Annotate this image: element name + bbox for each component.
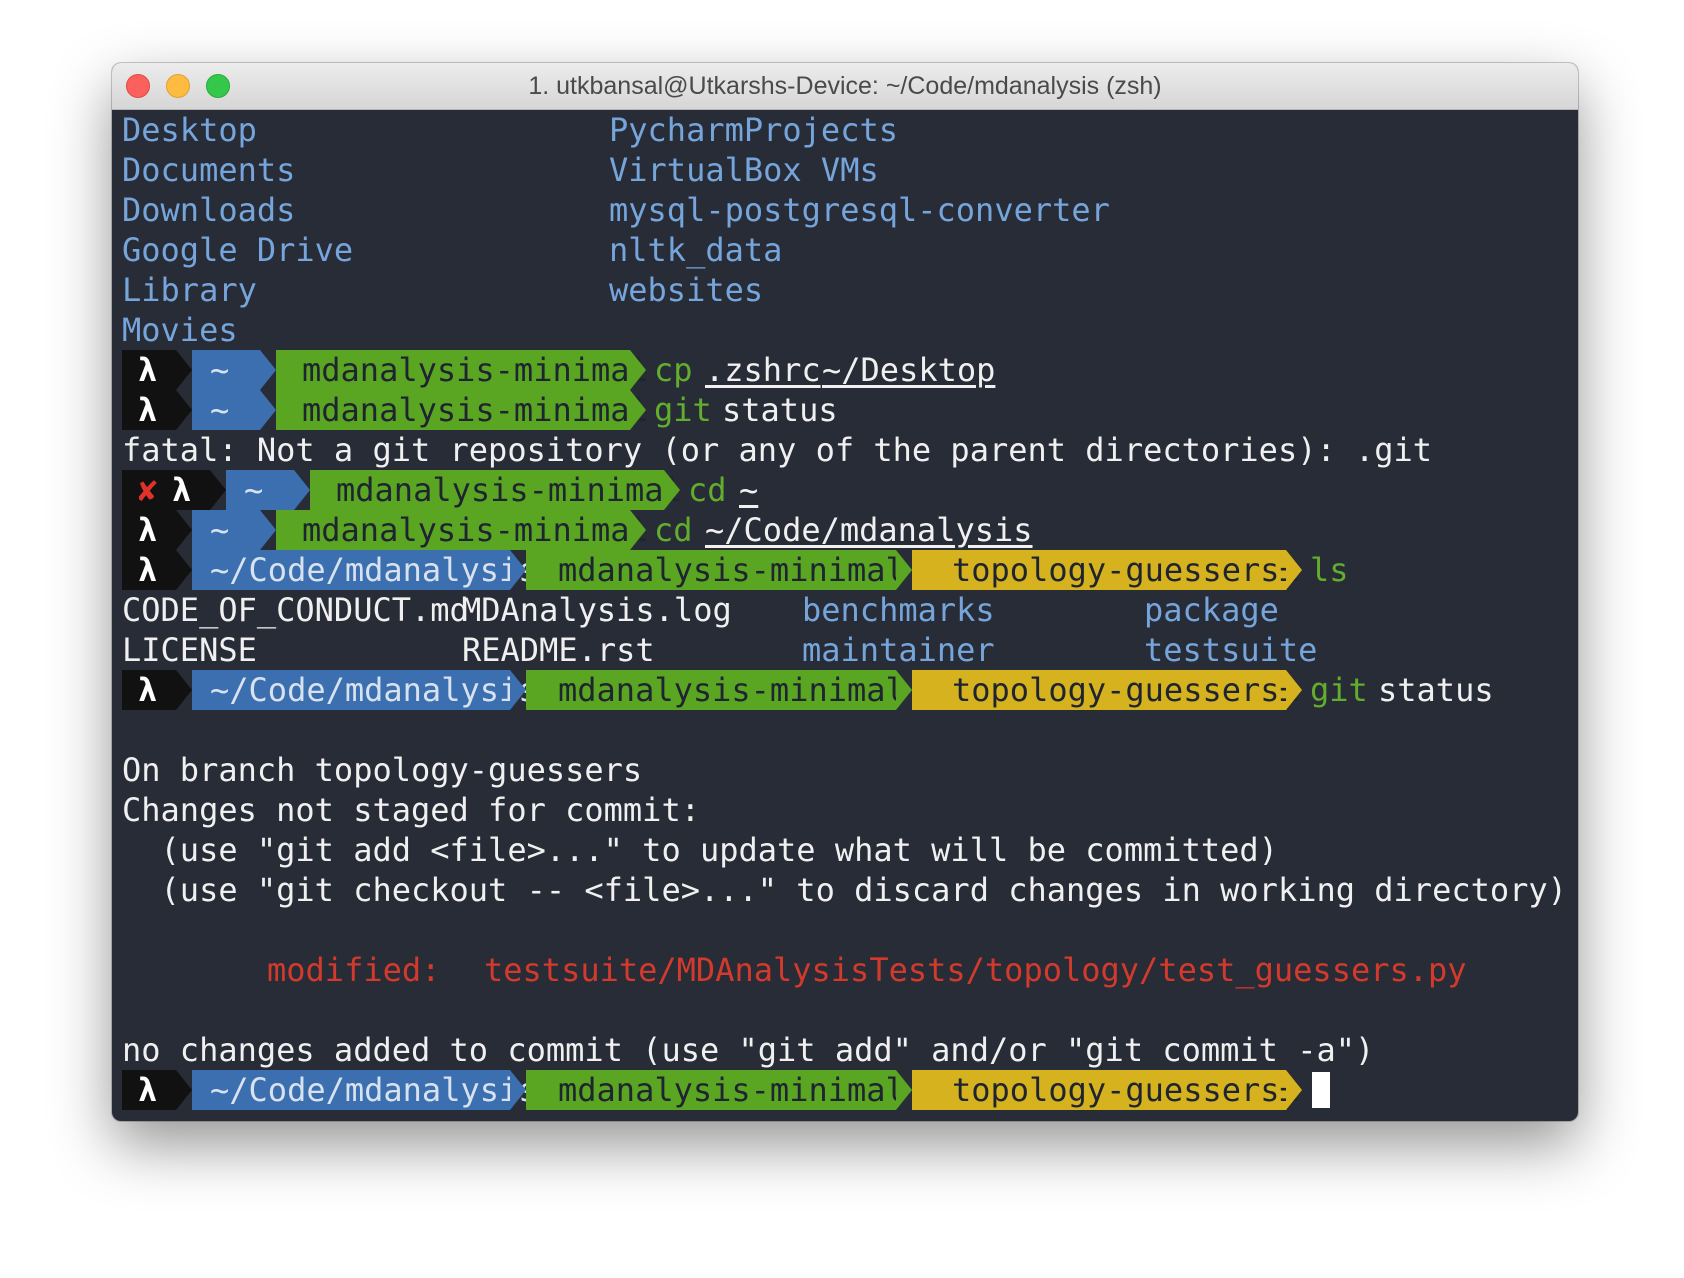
modified-file: testsuite/MDAnalysisTests/topology/test_… bbox=[484, 951, 1467, 989]
prompt-home: ~ bbox=[210, 511, 230, 549]
command-name: ls bbox=[1310, 551, 1349, 589]
prompt-line: ✘ λ ~ mdanalysis-minimal cd ~ bbox=[122, 470, 1322, 510]
command-arg: status bbox=[722, 391, 838, 429]
ls-file: CODE_OF_CONDUCT.md bbox=[122, 591, 469, 629]
ls-entry: VirtualBox VMs bbox=[609, 151, 879, 189]
command-name: cd bbox=[654, 511, 693, 549]
command-arg: status bbox=[1378, 671, 1494, 709]
git-hint: (use "git checkout -- <file>..." to disc… bbox=[122, 871, 1567, 909]
prompt-virtualenv: mdanalysis-minimal bbox=[302, 511, 649, 549]
ls-entry: websites bbox=[609, 271, 764, 309]
lambda-symbol: λ bbox=[138, 551, 158, 589]
ls-dir: benchmarks bbox=[802, 591, 995, 629]
prompt-path: ~/Code/mdanalysis bbox=[210, 671, 538, 709]
ls-entry: mysql-postgresql-converter bbox=[609, 191, 1110, 229]
error-output: fatal: Not a git repository (or any of t… bbox=[122, 431, 1433, 469]
prompt-virtualenv: mdanalysis-minimal bbox=[302, 351, 649, 389]
prompt-virtualenv: mdanalysis-minimal bbox=[302, 391, 649, 429]
git-hint: (use "git add <file>..." to update what … bbox=[122, 831, 1278, 869]
ls-entry: Desktop bbox=[122, 111, 257, 149]
command-arg: ~/Code/mdanalysis bbox=[705, 511, 1033, 549]
lambda-symbol: λ bbox=[172, 471, 192, 509]
prompt-branch: topology-guessers± bbox=[952, 1071, 1299, 1109]
prompt-line: λ ~ mdanalysis-minimal git status bbox=[122, 390, 1322, 430]
prompt-home: ~ bbox=[210, 391, 230, 429]
text-cursor[interactable] bbox=[1312, 1072, 1330, 1108]
command-name: git bbox=[654, 391, 712, 429]
ls-dir: maintainer bbox=[802, 631, 995, 669]
git-not-staged: Changes not staged for commit: bbox=[122, 791, 700, 829]
lambda-symbol: λ bbox=[138, 391, 158, 429]
ls-dir: package bbox=[1144, 591, 1279, 629]
ls-entry: Movies bbox=[122, 311, 238, 349]
command-arg: .zshrc bbox=[705, 351, 821, 389]
ls-file: LICENSE bbox=[122, 631, 257, 669]
prompt-line: λ ~/Code/mdanalysis mdanalysis-minimal t… bbox=[122, 670, 1572, 710]
prompt-line: λ ~ mdanalysis-minimal cd ~/Code/mdanaly… bbox=[122, 510, 1322, 550]
prompt-virtualenv: mdanalysis-minimal bbox=[558, 671, 905, 709]
git-on-branch: On branch topology-guessers bbox=[122, 751, 643, 789]
modified-label: modified: bbox=[267, 951, 441, 989]
prompt-branch: topology-guessers± bbox=[952, 671, 1299, 709]
error-icon: ✘ bbox=[138, 471, 158, 509]
prompt-virtualenv: mdanalysis-minimal bbox=[558, 551, 905, 589]
prompt-line: λ ~ mdanalysis-minimal cp .zshrc ~/Deskt… bbox=[122, 350, 1322, 390]
command-name: cd bbox=[688, 471, 727, 509]
terminal-window: 1. utkbansal@Utkarshs-Device: ~/Code/mda… bbox=[112, 63, 1578, 1121]
ls-entry: nltk_data bbox=[609, 231, 783, 269]
terminal-output[interactable]: Desktop PycharmProjects Documents Virtua… bbox=[122, 110, 1578, 1121]
prompt-virtualenv: mdanalysis-minimal bbox=[558, 1071, 905, 1109]
prompt-home: ~ bbox=[244, 471, 264, 509]
window-title: 1. utkbansal@Utkarshs-Device: ~/Code/mda… bbox=[528, 72, 1162, 100]
ls-entry: PycharmProjects bbox=[609, 111, 898, 149]
lambda-symbol: λ bbox=[138, 351, 158, 389]
prompt-path: ~/Code/mdanalysis bbox=[210, 551, 538, 589]
lambda-symbol: λ bbox=[138, 511, 158, 549]
prompt-virtualenv: mdanalysis-minimal bbox=[336, 471, 683, 509]
title-bar: 1. utkbansal@Utkarshs-Device: ~/Code/mda… bbox=[112, 63, 1578, 110]
ls-file: README.rst bbox=[462, 631, 655, 669]
ls-dir: testsuite bbox=[1144, 631, 1318, 669]
prompt-line: λ ~/Code/mdanalysis mdanalysis-minimal t… bbox=[122, 1070, 1372, 1110]
command-arg: ~/Desktop bbox=[822, 351, 996, 389]
ls-entry: Downloads bbox=[122, 191, 296, 229]
command-name: cp bbox=[654, 351, 693, 389]
ls-entry: Library bbox=[122, 271, 257, 309]
prompt-line: λ ~/Code/mdanalysis mdanalysis-minimal t… bbox=[122, 550, 1472, 590]
prompt-home: ~ bbox=[210, 351, 230, 389]
lambda-symbol: λ bbox=[138, 671, 158, 709]
ls-entry: Google Drive bbox=[122, 231, 354, 269]
prompt-path: ~/Code/mdanalysis bbox=[210, 1071, 538, 1109]
prompt-branch: topology-guessers± bbox=[952, 551, 1299, 589]
lambda-symbol: λ bbox=[138, 1071, 158, 1109]
command-name: git bbox=[1310, 671, 1368, 709]
git-footer: no changes added to commit (use "git add… bbox=[122, 1031, 1375, 1069]
ls-file: MDAnalysis.log bbox=[462, 591, 732, 629]
command-arg: ~ bbox=[739, 471, 759, 509]
ls-entry: Documents bbox=[122, 151, 296, 189]
